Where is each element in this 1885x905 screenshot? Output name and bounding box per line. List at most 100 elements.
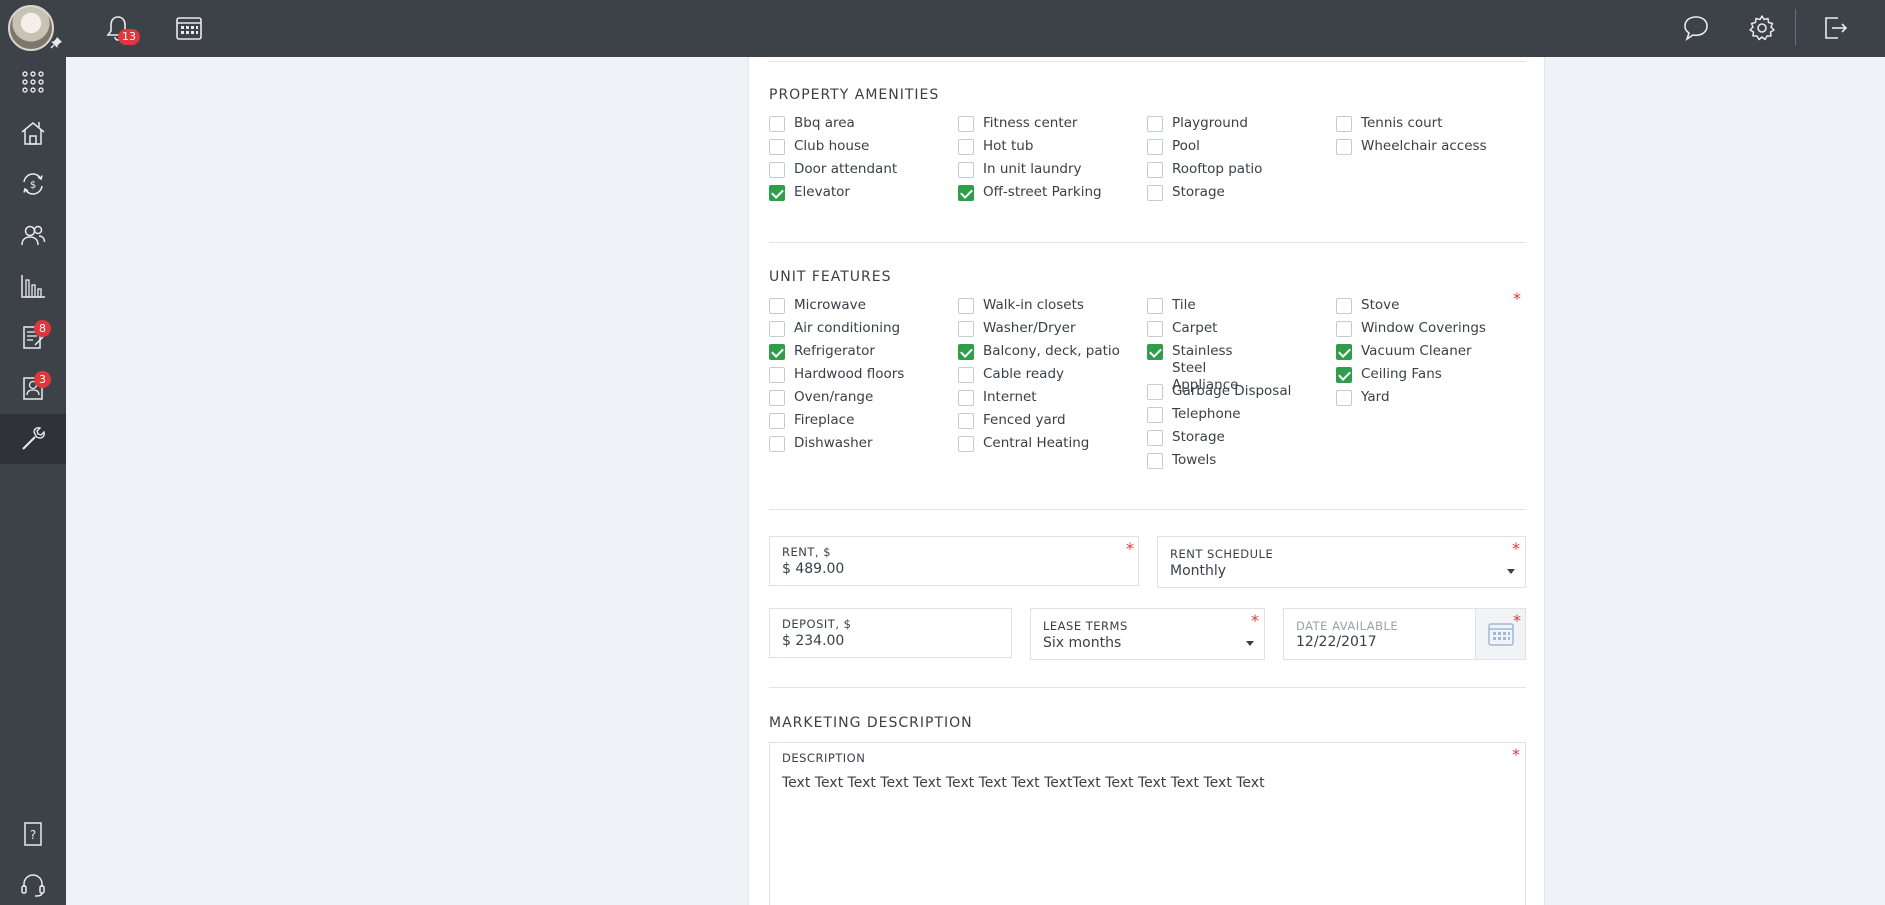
gear-icon[interactable] bbox=[1747, 13, 1777, 43]
checkbox-window-coverings[interactable]: Window Coverings bbox=[1336, 320, 1486, 337]
sidebar-item-tools[interactable] bbox=[0, 414, 66, 464]
checkbox-bbq-area[interactable]: Bbq area bbox=[769, 115, 855, 132]
sidebar-item-apps[interactable] bbox=[0, 57, 66, 107]
date-available-field[interactable]: DATE AVAILABLE 12/22/2017 * bbox=[1283, 608, 1526, 660]
checkbox-box[interactable] bbox=[958, 116, 974, 132]
sidebar-item-properties[interactable] bbox=[0, 108, 66, 158]
user-avatar[interactable] bbox=[8, 5, 54, 51]
deposit-field[interactable]: DEPOSIT, $ $ 234.00 bbox=[769, 608, 1012, 658]
checkbox-balcony-deck-patio[interactable]: Balcony, deck, patio bbox=[958, 343, 1120, 360]
sidebar-item-support[interactable] bbox=[0, 860, 66, 905]
checkbox-yard[interactable]: Yard bbox=[1336, 389, 1390, 406]
checkbox-box[interactable] bbox=[958, 162, 974, 178]
checkbox-box[interactable] bbox=[1147, 139, 1163, 155]
checkbox-club-house[interactable]: Club house bbox=[769, 138, 869, 155]
checkbox-fireplace[interactable]: Fireplace bbox=[769, 412, 854, 429]
checkbox-box[interactable] bbox=[1336, 116, 1352, 132]
checkbox-pool[interactable]: Pool bbox=[1147, 138, 1200, 155]
checkbox-box[interactable] bbox=[1336, 344, 1352, 360]
checkbox-box[interactable] bbox=[1147, 407, 1163, 423]
checkbox-box[interactable] bbox=[1147, 162, 1163, 178]
checkbox-box[interactable] bbox=[769, 116, 785, 132]
checkbox-hardwood-floors[interactable]: Hardwood floors bbox=[769, 366, 904, 383]
chevron-down-icon[interactable] bbox=[1507, 569, 1515, 574]
calendar-icon[interactable] bbox=[174, 13, 204, 43]
rent-input[interactable]: $ 489.00 bbox=[782, 561, 844, 577]
checkbox-fitness-center[interactable]: Fitness center bbox=[958, 115, 1077, 132]
checkbox-microwave[interactable]: Microwave bbox=[769, 297, 866, 314]
checkbox-box[interactable] bbox=[769, 413, 785, 429]
checkbox-refrigerator[interactable]: Refrigerator bbox=[769, 343, 875, 360]
checkbox-hot-tub[interactable]: Hot tub bbox=[958, 138, 1033, 155]
lease-terms-select[interactable]: LEASE TERMS Six months * bbox=[1030, 608, 1265, 660]
checkbox-off-street-parking[interactable]: Off-street Parking bbox=[958, 184, 1102, 201]
checkbox-garbage-disposal[interactable]: Garbage Disposal bbox=[1147, 383, 1291, 400]
checkbox-towels[interactable]: Towels bbox=[1147, 452, 1216, 469]
checkbox-box[interactable] bbox=[1147, 384, 1163, 400]
checkbox-box[interactable] bbox=[958, 321, 974, 337]
checkbox-box[interactable] bbox=[1147, 298, 1163, 314]
chat-icon[interactable] bbox=[1681, 13, 1711, 43]
checkbox-box[interactable] bbox=[958, 139, 974, 155]
sidebar-item-people[interactable] bbox=[0, 210, 66, 260]
checkbox-box[interactable] bbox=[958, 185, 974, 201]
checkbox-box[interactable] bbox=[1147, 453, 1163, 469]
description-text[interactable]: Text Text Text Text Text Text Text Text … bbox=[782, 775, 1265, 791]
checkbox-walk-in-closets[interactable]: Walk-in closets bbox=[958, 297, 1084, 314]
checkbox-carpet[interactable]: Carpet bbox=[1147, 320, 1217, 337]
checkbox-box[interactable] bbox=[958, 436, 974, 452]
checkbox-ceiling-fans[interactable]: Ceiling Fans bbox=[1336, 366, 1442, 383]
checkbox-air-conditioning[interactable]: Air conditioning bbox=[769, 320, 900, 337]
checkbox-box[interactable] bbox=[1336, 298, 1352, 314]
checkbox-vacuum-cleaner[interactable]: Vacuum Cleaner bbox=[1336, 343, 1472, 360]
checkbox-box[interactable] bbox=[769, 139, 785, 155]
checkbox-box[interactable] bbox=[769, 367, 785, 383]
checkbox-central-heating[interactable]: Central Heating bbox=[958, 435, 1089, 452]
checkbox-stove[interactable]: Stove bbox=[1336, 297, 1399, 314]
checkbox-internet[interactable]: Internet bbox=[958, 389, 1037, 406]
checkbox-box[interactable] bbox=[1336, 321, 1352, 337]
date-available-input[interactable]: 12/22/2017 bbox=[1296, 634, 1377, 650]
sidebar-item-reports[interactable] bbox=[0, 261, 66, 311]
checkbox-washer-dryer[interactable]: Washer/Dryer bbox=[958, 320, 1076, 337]
checkbox-storage[interactable]: Storage bbox=[1147, 184, 1225, 201]
checkbox-box[interactable] bbox=[769, 436, 785, 452]
checkbox-wheelchair-access[interactable]: Wheelchair access bbox=[1336, 138, 1487, 155]
logout-icon[interactable] bbox=[1820, 13, 1850, 43]
checkbox-box[interactable] bbox=[958, 367, 974, 383]
checkbox-storage-unit[interactable]: Storage bbox=[1147, 429, 1225, 446]
rent-schedule-select[interactable]: RENT SCHEDULE Monthly * bbox=[1157, 536, 1526, 588]
checkbox-box[interactable] bbox=[769, 321, 785, 337]
checkbox-playground[interactable]: Playground bbox=[1147, 115, 1248, 132]
checkbox-fenced-yard[interactable]: Fenced yard bbox=[958, 412, 1066, 429]
checkbox-box[interactable] bbox=[1336, 367, 1352, 383]
checkbox-box[interactable] bbox=[1147, 185, 1163, 201]
checkbox-box[interactable] bbox=[1147, 116, 1163, 132]
checkbox-box[interactable] bbox=[958, 413, 974, 429]
checkbox-box[interactable] bbox=[769, 390, 785, 406]
chevron-down-icon[interactable] bbox=[1246, 641, 1254, 646]
sidebar-item-help[interactable]: ? bbox=[0, 809, 66, 859]
checkbox-box[interactable] bbox=[769, 162, 785, 178]
checkbox-box[interactable] bbox=[958, 344, 974, 360]
checkbox-box[interactable] bbox=[769, 298, 785, 314]
checkbox-dishwasher[interactable]: Dishwasher bbox=[769, 435, 873, 452]
sidebar-item-tenant-screening[interactable] bbox=[0, 363, 66, 413]
checkbox-tile[interactable]: Tile bbox=[1147, 297, 1196, 314]
checkbox-box[interactable] bbox=[1336, 139, 1352, 155]
checkbox-door-attendant[interactable]: Door attendant bbox=[769, 161, 897, 178]
sidebar-item-payments[interactable]: $ bbox=[0, 159, 66, 209]
checkbox-in-unit-laundry[interactable]: In unit laundry bbox=[958, 161, 1082, 178]
description-textarea[interactable]: DESCRIPTION Text Text Text Text Text Tex… bbox=[769, 742, 1526, 905]
checkbox-telephone[interactable]: Telephone bbox=[1147, 406, 1241, 423]
pin-icon[interactable] bbox=[49, 36, 63, 50]
checkbox-box[interactable] bbox=[1147, 321, 1163, 337]
checkbox-box[interactable] bbox=[958, 390, 974, 406]
checkbox-cable-ready[interactable]: Cable ready bbox=[958, 366, 1064, 383]
checkbox-tennis-court[interactable]: Tennis court bbox=[1336, 115, 1443, 132]
checkbox-box[interactable] bbox=[1147, 344, 1163, 360]
rent-field[interactable]: RENT, $ $ 489.00 * bbox=[769, 536, 1139, 586]
checkbox-rooftop-patio[interactable]: Rooftop patio bbox=[1147, 161, 1262, 178]
checkbox-box[interactable] bbox=[769, 344, 785, 360]
checkbox-box[interactable] bbox=[1147, 430, 1163, 446]
